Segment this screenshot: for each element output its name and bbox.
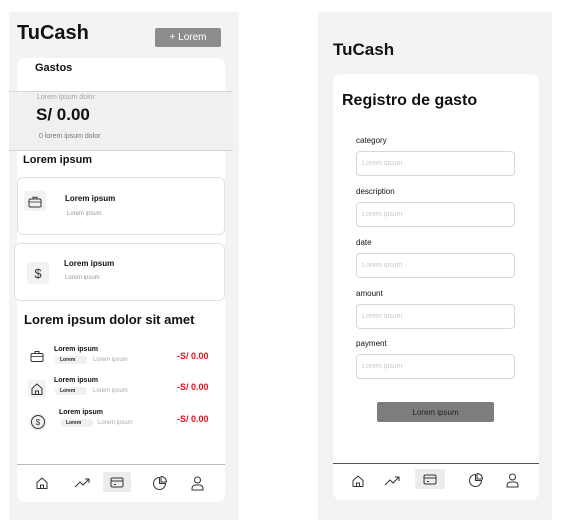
category-subtitle: Lorem ipsum [65, 275, 100, 281]
field-label: date [356, 238, 372, 247]
transaction-amount: -S/ 0.00 [177, 414, 209, 424]
trending-icon[interactable] [382, 472, 402, 490]
add-button[interactable]: + Lorem [155, 28, 221, 47]
tab-gastos[interactable]: Gastos [17, 58, 225, 88]
chart-icon[interactable] [465, 470, 485, 490]
section-title: Lorem ipsum [23, 154, 93, 166]
left-phone-screen: TuCash + Lorem Gastos Lorem ipsum dolor … [9, 12, 239, 520]
user-icon[interactable] [187, 473, 207, 493]
dollar-icon: $ [27, 262, 49, 284]
bottom-nav [333, 463, 539, 501]
balance-caption: Lorem ipsum dolor [37, 94, 95, 101]
submit-button-label: Lorem ipsum [412, 407, 459, 417]
field-label: amount [356, 289, 383, 298]
transaction-amount: -S/ 0.00 [177, 351, 209, 361]
category-subtitle: Lorem ipsum [67, 211, 102, 217]
category-title: Lorem ipsum [65, 194, 116, 203]
transaction-tag: Lorem [61, 419, 93, 427]
dollar-circle-icon: $ [29, 413, 47, 431]
date-input[interactable]: Lorem ipsum [356, 253, 515, 278]
transaction-amount: -S/ 0.00 [177, 382, 209, 392]
trending-icon[interactable] [72, 474, 92, 492]
app-title: TuCash [17, 22, 89, 44]
bottom-nav [17, 464, 225, 503]
form-title: Registro de gasto [342, 92, 478, 109]
list-title: Lorem ipsum dolor sit amet [24, 312, 195, 327]
briefcase-icon [29, 349, 45, 363]
transaction-subtitle: Lorem ipsum [93, 357, 128, 363]
submit-button[interactable]: Lorem ipsum [377, 402, 494, 422]
amount-input[interactable]: Lorem ipsum [356, 304, 515, 329]
home-icon [28, 380, 46, 398]
chart-icon[interactable] [149, 473, 169, 493]
add-button-label: + Lorem [169, 32, 207, 43]
home-icon[interactable] [348, 472, 368, 490]
user-icon[interactable] [502, 470, 522, 490]
home-icon[interactable] [32, 474, 52, 492]
category-card[interactable]: $ Lorem ipsum Lorem ipsum [14, 243, 225, 301]
expense-form-panel: Registro de gasto category Lorem ipsum d… [333, 74, 539, 500]
transaction-tag: Lorem [55, 387, 87, 395]
svg-text:$: $ [36, 418, 41, 427]
field-label: description [356, 187, 395, 196]
transaction-subtitle: Lorem ipsum [93, 388, 128, 394]
transaction-row[interactable]: $ Lorem ipsum Lorem Lorem ipsum -S/ 0.00 [17, 406, 225, 436]
field-label: payment [356, 339, 387, 348]
app-title: TuCash [333, 40, 395, 59]
right-phone-screen: TuCash Registro de gasto category Lorem … [318, 12, 552, 520]
transaction-subtitle: Lorem ipsum [98, 420, 133, 426]
transaction-title: Lorem ipsum [59, 409, 103, 416]
field-label: category [356, 136, 387, 145]
category-card[interactable]: Lorem ipsum Lorem ipsum [17, 177, 225, 235]
balance-panel: Lorem ipsum dolor S/ 0.00 0 lorem ipsum … [9, 91, 233, 151]
transaction-tag: Lorem [55, 356, 87, 364]
tab-gastos-label: Gastos [35, 62, 73, 74]
main-panel: Gastos Lorem ipsum dolor S/ 0.00 0 lorem… [9, 58, 233, 503]
balance-amount: S/ 0.00 [36, 105, 90, 124]
transaction-row[interactable]: Lorem ipsum Lorem Lorem ipsum -S/ 0.00 [17, 374, 225, 404]
description-input[interactable]: Lorem ipsum [356, 202, 515, 227]
category-title: Lorem ipsum [64, 259, 115, 268]
balance-subcaption: 0 lorem ipsum dolor [39, 133, 101, 140]
transaction-title: Lorem ipsum [54, 377, 98, 384]
briefcase-icon [24, 191, 46, 211]
transaction-row[interactable]: Lorem ipsum Lorem Lorem ipsum -S/ 0.00 [17, 342, 225, 372]
payment-input[interactable]: Lorem ipsum [356, 354, 515, 379]
wallet-icon[interactable] [103, 472, 131, 492]
wallet-icon[interactable] [415, 469, 445, 489]
category-input[interactable]: Lorem ipsum [356, 151, 515, 176]
transaction-title: Lorem ipsum [54, 346, 98, 353]
